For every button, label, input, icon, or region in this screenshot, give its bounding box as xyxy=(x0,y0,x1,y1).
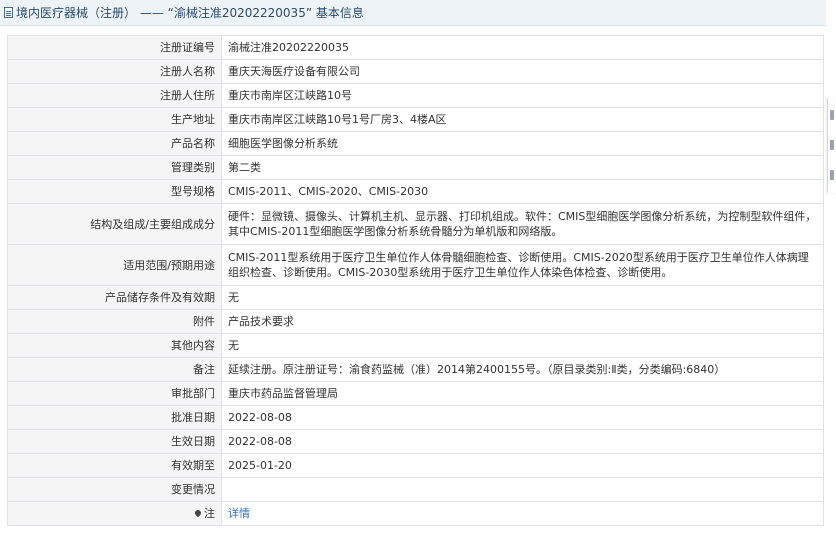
pin-icon xyxy=(193,508,203,518)
table-row: 变更情况 xyxy=(7,477,824,502)
table-row: 注册人住所 重庆市南岸区江峡路10号 xyxy=(7,83,824,108)
page-header: 境内医疗器械（注册） —— “渝械注准20202220035” 基本信息 xyxy=(0,0,826,26)
table-row: 批准日期 2022-08-08 xyxy=(7,405,824,430)
table-row: 产品储存条件及有效期无 xyxy=(7,285,824,310)
row-value: 无 xyxy=(221,285,824,310)
table-row: 有效期至 2025-01-20 xyxy=(7,453,824,478)
side-toolbar xyxy=(827,98,836,193)
table-row: 型号规格 CMIS-2011、CMIS-2020、CMIS-2030 xyxy=(7,179,824,204)
table-row: 生效日期 2022-08-08 xyxy=(7,429,824,454)
table-row: 生产地址 重庆市南岸区江峡路10号1号厂房3、4楼A区 xyxy=(7,107,824,132)
page-title: 境内医疗器械（注册） —— “渝械注准20202220035” 基本信息 xyxy=(16,6,364,20)
side-toolbar-button[interactable] xyxy=(830,170,834,180)
document-icon xyxy=(4,7,13,18)
row-value: 2025-01-20 xyxy=(221,453,824,478)
table-row: 注册人名称 重庆天海医疗设备有限公司 xyxy=(7,59,824,84)
table-row: 附件 产品技术要求 xyxy=(7,309,824,334)
row-label: 生效日期 xyxy=(7,429,222,454)
row-value: 重庆市南岸区江峡路10号 xyxy=(221,83,824,108)
row-value: 无 xyxy=(221,333,824,358)
table-row: 其他内容无 xyxy=(7,333,824,358)
row-value: 重庆市药品监督管理局 xyxy=(221,381,824,406)
row-label: 注册人住所 xyxy=(7,83,222,108)
row-label: 产品名称 xyxy=(7,131,222,156)
note-label: 注 xyxy=(204,507,215,520)
row-label: 备注 xyxy=(7,357,222,382)
row-label: 注册证编号 xyxy=(7,35,222,60)
row-label: 有效期至 xyxy=(7,453,222,478)
row-label: 产品储存条件及有效期 xyxy=(7,285,222,310)
row-value: 延续注册。原注册证号：渝食药监械（准）2014第2400155号。（原目录类别:… xyxy=(221,357,824,382)
row-label: 变更情况 xyxy=(7,477,222,502)
side-toolbar-button[interactable] xyxy=(830,140,834,150)
row-label: 型号规格 xyxy=(7,179,222,204)
row-value: 产品技术要求 xyxy=(221,309,824,334)
side-toolbar-button[interactable] xyxy=(830,110,834,120)
row-value: 2022-08-08 xyxy=(221,405,824,430)
row-value: CMIS-2011型系统用于医疗卫生单位作人体骨髓细胞检查、诊断使用。CMIS-… xyxy=(221,244,824,286)
row-value: 重庆天海医疗设备有限公司 xyxy=(221,59,824,84)
table-row: 结构及组成/主要组成成分 硬件：显微镜、摄像头、计算机主机、显示器、打印机组成。软… xyxy=(7,203,824,245)
row-label: 结构及组成/主要组成成分 xyxy=(7,203,222,245)
row-value: 2022-08-08 xyxy=(221,429,824,454)
details-link[interactable]: 详情 xyxy=(228,507,250,520)
row-value: 第二类 xyxy=(221,155,824,180)
row-label: 生产地址 xyxy=(7,107,222,132)
table-row: 管理类别 第二类 xyxy=(7,155,824,180)
info-table: 注册证编号 渝械注准20202220035 注册人名称 重庆天海医疗设备有限公司 注… xyxy=(7,35,824,526)
row-label: 适用范围/预期用途 xyxy=(7,244,222,286)
table-row: 产品名称 细胞医学图像分析系统 xyxy=(7,131,824,156)
table-row: 注册证编号 渝械注准20202220035 xyxy=(7,35,824,60)
note-value-cell: 详情 xyxy=(221,501,824,526)
row-label: 审批部门 xyxy=(7,381,222,406)
row-label: 管理类别 xyxy=(7,155,222,180)
table-row: 审批部门 重庆市药品监督管理局 xyxy=(7,381,824,406)
row-label: 注册人名称 xyxy=(7,59,222,84)
table-row: 注 详情 xyxy=(7,501,824,526)
row-label: 附件 xyxy=(7,309,222,334)
row-value: CMIS-2011、CMIS-2020、CMIS-2030 xyxy=(221,179,824,204)
row-value: 渝械注准20202220035 xyxy=(221,35,824,60)
table-row: 备注 延续注册。原注册证号：渝食药监械（准）2014第2400155号。（原目录类… xyxy=(7,357,824,382)
note-label-cell: 注 xyxy=(7,501,222,526)
row-value: 重庆市南岸区江峡路10号1号厂房3、4楼A区 xyxy=(221,107,824,132)
row-label: 其他内容 xyxy=(7,333,222,358)
row-value: 细胞医学图像分析系统 xyxy=(221,131,824,156)
row-value: 硬件：显微镜、摄像头、计算机主机、显示器、打印机组成。软件：CMIS型细胞医学图… xyxy=(221,203,824,245)
row-value xyxy=(221,477,824,502)
row-label: 批准日期 xyxy=(7,405,222,430)
table-row: 适用范围/预期用途 CMIS-2011型系统用于医疗卫生单位作人体骨髓细胞检查、诊… xyxy=(7,244,824,286)
